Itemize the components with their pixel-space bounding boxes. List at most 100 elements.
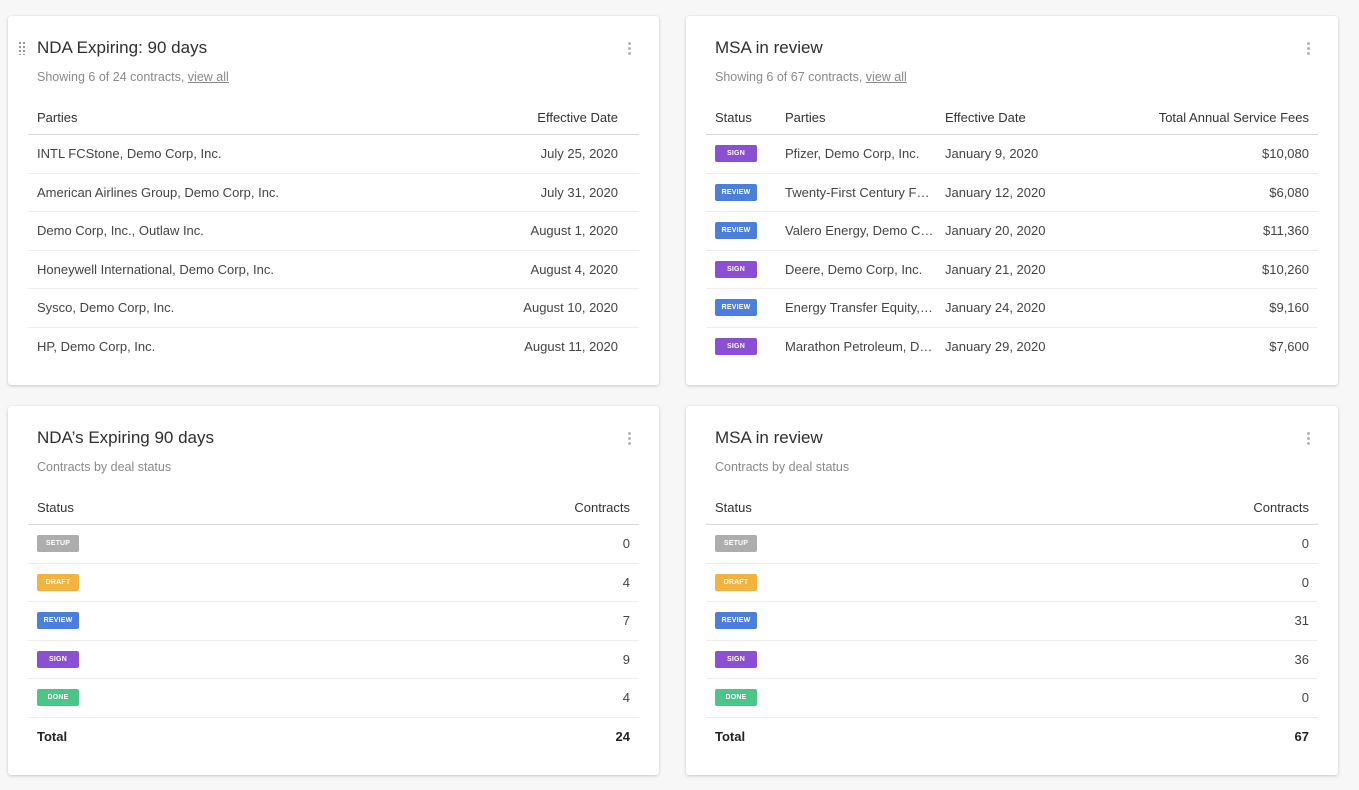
cell-parties: Pfizer, Demo Corp, Inc. — [776, 134, 936, 174]
cell-parties: HP, Demo Corp, Inc. — [37, 338, 156, 354]
cell-count: 7 — [448, 601, 639, 641]
cell-status: SIGN — [706, 250, 776, 289]
cell-fees: $9,160 — [1086, 288, 1318, 328]
table-row[interactable]: DONE 4 — [28, 678, 639, 718]
widget-title: NDA Expiring: 90 days — [37, 38, 208, 57]
more-options-icon[interactable] — [1302, 40, 1314, 58]
cell-effective-date: July 31, 2020 — [448, 173, 639, 212]
status-summary-table: Status Contracts SETUP 0 DRAFT 4 REVIEW 7 S… — [28, 491, 639, 755]
table-row[interactable]: American Airlines Group, Demo Corp, Inc.… — [28, 173, 639, 212]
column-header-contracts[interactable]: Contracts — [448, 491, 639, 525]
cell-effective-date: August 1, 2020 — [448, 211, 639, 251]
status-badge: SIGN — [37, 650, 79, 668]
column-header-status[interactable]: Status — [706, 101, 776, 135]
table-row[interactable]: SIGN 9 — [28, 640, 639, 679]
status-badge: SIGN — [715, 337, 757, 355]
cell-parties: American Airlines Group, Demo Corp, Inc. — [28, 173, 448, 212]
column-header-fees[interactable]: Total Annual Service Fees — [1086, 101, 1318, 135]
widget-subtitle: Contracts by deal status — [37, 460, 172, 474]
more-options-icon[interactable] — [623, 40, 635, 58]
table-row[interactable]: SETUP 0 — [706, 524, 1318, 564]
cell-effective-date: January 21, 2020 — [936, 250, 1086, 289]
total-label: Total — [715, 728, 746, 744]
cell-count: 9 — [448, 640, 639, 679]
table-row[interactable]: REVIEW Energy Transfer Equity, Demo Corp,… — [706, 288, 1318, 328]
table-row[interactable]: DRAFT 0 — [706, 563, 1318, 602]
table-row[interactable]: INTL FCStone, Demo Corp, Inc. July 25, 20… — [28, 134, 639, 174]
column-header-parties[interactable]: Parties — [776, 101, 936, 135]
total-row: Total 67 — [706, 717, 1318, 755]
cell-count: 31 — [1126, 601, 1318, 641]
table-row[interactable]: SIGN Marathon Petroleum, Demo Corp, Inc. J… — [706, 327, 1318, 365]
table-row[interactable]: REVIEW 7 — [28, 601, 639, 641]
cell-status: SIGN — [706, 134, 776, 174]
widget-msa-status-summary: MSA in review Contracts by deal status S… — [686, 406, 1338, 775]
cell-status: REVIEW — [706, 288, 776, 328]
subtitle-text: Showing 6 of 24 contracts, — [37, 70, 185, 84]
status-badge: SETUP — [37, 535, 79, 553]
more-options-icon[interactable] — [1302, 430, 1314, 448]
widget-title: MSA in review — [715, 38, 823, 57]
cell-effective-date: August 4, 2020 — [448, 250, 639, 289]
cell-effective-date: January 20, 2020 — [936, 211, 1086, 251]
column-header-status[interactable]: Status — [706, 491, 1126, 525]
table-header-row: Status Contracts — [28, 491, 639, 525]
column-header-effective-date[interactable]: Effective Date — [448, 101, 639, 135]
contracts-table: Parties Effective Date INTL FCStone, Dem… — [28, 101, 639, 365]
table-row[interactable]: HP, Demo Corp, Inc. August 11, 2020 — [28, 327, 639, 365]
cell-status: REVIEW — [28, 601, 448, 641]
status-badge: DONE — [37, 689, 79, 707]
cell-status: DONE — [28, 678, 448, 718]
more-options-icon[interactable] — [623, 430, 635, 448]
table-row[interactable]: REVIEW Twenty-First Century Fox, Demo Cor… — [706, 173, 1318, 212]
cell-count: 0 — [448, 524, 639, 564]
cell-count: 4 — [448, 678, 639, 718]
status-badge: SIGN — [715, 260, 757, 278]
subtitle-text: Showing 6 of 67 contracts, — [715, 70, 863, 84]
column-header-effective-date[interactable]: Effective Date — [936, 101, 1086, 135]
drag-handle-icon[interactable] — [18, 41, 26, 55]
total-count: 67 — [1294, 728, 1309, 744]
cell-parties: Energy Transfer Equity, Demo Corp, Inc. — [776, 288, 936, 328]
table-header-row: Parties Effective Date — [28, 101, 639, 135]
cell-status: DRAFT — [706, 563, 1126, 602]
cell-parties: Twenty-First Century Fox, Demo Corp, Inc… — [776, 173, 936, 212]
cell-parties: Demo Corp, Inc., Outlaw Inc. — [28, 211, 448, 251]
table-header-row: Status Parties Effective Date Total Annu… — [706, 101, 1318, 135]
table-row[interactable]: SIGN Deere, Demo Corp, Inc. January 21, 20… — [706, 250, 1318, 289]
cell-effective-date: January 24, 2020 — [936, 288, 1086, 328]
widget-nda-expiring-list: NDA Expiring: 90 days Showing 6 of 24 co… — [8, 16, 659, 385]
table-row[interactable]: REVIEW 31 — [706, 601, 1318, 641]
table-row[interactable]: SIGN 36 — [706, 640, 1318, 679]
table-row[interactable]: Demo Corp, Inc., Outlaw Inc. August 1, 20… — [28, 211, 639, 251]
table-row[interactable]: Honeywell International, Demo Corp, Inc.… — [28, 250, 639, 289]
cell-count: 0 — [1126, 678, 1318, 718]
view-all-link[interactable]: view all — [188, 70, 229, 84]
cell-effective-date: August 11, 2020 — [524, 338, 618, 354]
column-header-status[interactable]: Status — [28, 491, 448, 525]
total-row: Total 24 — [28, 717, 639, 755]
cell-count: 0 — [1126, 563, 1318, 602]
table-row[interactable]: SIGN Pfizer, Demo Corp, Inc. January 9, 20… — [706, 134, 1318, 174]
column-header-parties[interactable]: Parties — [28, 101, 448, 135]
status-badge: SIGN — [715, 650, 757, 668]
status-badge: DRAFT — [715, 573, 757, 591]
cell-status: DONE — [706, 678, 1126, 718]
total-label: Total — [37, 728, 68, 744]
widget-title: NDA’s Expiring 90 days — [37, 428, 215, 447]
view-all-link[interactable]: view all — [866, 70, 907, 84]
cell-parties: Valero Energy, Demo Corp, Inc. — [776, 211, 936, 251]
table-row[interactable]: DRAFT 4 — [28, 563, 639, 602]
cell-fees: $10,260 — [1086, 250, 1318, 289]
table-row[interactable]: REVIEW Valero Energy, Demo Corp, Inc.Janu… — [706, 211, 1318, 251]
status-badge: REVIEW — [715, 183, 757, 201]
table-row[interactable]: SETUP 0 — [28, 524, 639, 564]
contracts-table: Status Parties Effective Date Total Annu… — [706, 101, 1318, 365]
table-row[interactable]: DONE 0 — [706, 678, 1318, 718]
cell-status: SIGN — [706, 327, 776, 365]
cell-parties: Deere, Demo Corp, Inc. — [776, 250, 936, 289]
column-header-contracts[interactable]: Contracts — [1126, 491, 1318, 525]
cell-fees: $6,080 — [1086, 173, 1318, 212]
cell-fees: $10,080 — [1086, 134, 1318, 174]
table-row[interactable]: Sysco, Demo Corp, Inc. August 10, 2020 — [28, 288, 639, 328]
